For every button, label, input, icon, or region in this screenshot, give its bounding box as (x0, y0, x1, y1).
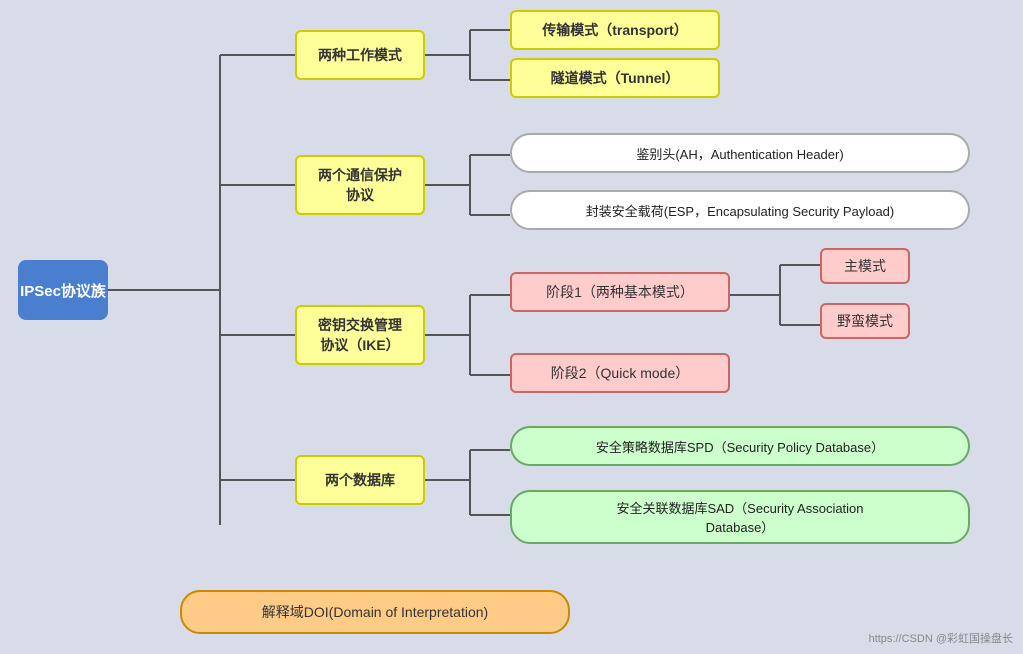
bottom-node: 解释域DOI(Domain of Interpretation) (180, 590, 570, 634)
watermark: https://CSDN @彩虹国操盘长 (869, 630, 1013, 646)
l2-label-0-0: 传输模式（transport） (542, 20, 687, 40)
l2-label-1-0: 鉴别头(AH，Authentication Header) (636, 144, 843, 163)
l1-node-3: 两个数据库 (295, 455, 425, 505)
l2-node-3-1: 安全关联数据库SAD（Security Association Database… (510, 490, 970, 544)
l2-label-3-0: 安全策略数据库SPD（Security Policy Database） (596, 437, 884, 456)
l1-node-1: 两个通信保护 协议 (295, 155, 425, 215)
root-label: IPSec协议族 (20, 280, 106, 301)
l2-label-3-1: 安全关联数据库SAD（Security Association Database… (616, 498, 863, 536)
l2-node-0-0: 传输模式（transport） (510, 10, 720, 50)
root-node: IPSec协议族 (18, 260, 108, 320)
l2-node-3-0: 安全策略数据库SPD（Security Policy Database） (510, 426, 970, 466)
l2-node-2-0: 阶段1（两种基本模式） (510, 272, 730, 312)
l2-label-2-1: 阶段2（Quick mode） (551, 363, 689, 383)
l2-node-2-1: 阶段2（Quick mode） (510, 353, 730, 393)
l2-label-2-0: 阶段1（两种基本模式） (546, 282, 694, 302)
l2-sub-node-1: 野蛮模式 (820, 303, 910, 339)
bottom-label: 解释域DOI(Domain of Interpretation) (262, 602, 488, 622)
l1-node-0: 两种工作模式 (295, 30, 425, 80)
l2-sub-label-1: 野蛮模式 (837, 311, 893, 331)
l2-label-1-1: 封装安全载荷(ESP，Encapsulating Security Payloa… (586, 201, 895, 220)
l2-label-0-1: 隧道模式（Tunnel） (551, 68, 680, 88)
l1-node-2: 密钥交换管理 协议（IKE） (295, 305, 425, 365)
l2-sub-label-0: 主模式 (844, 256, 886, 276)
l2-node-1-1: 封装安全载荷(ESP，Encapsulating Security Payloa… (510, 190, 970, 230)
l2-node-0-1: 隧道模式（Tunnel） (510, 58, 720, 98)
l1-label-1: 两个通信保护 协议 (318, 165, 402, 205)
diagram-container: IPSec协议族 两种工作模式 两个通信保护 协议 密钥交换管理 协议（IKE）… (0, 0, 1023, 654)
l1-label-3: 两个数据库 (325, 470, 395, 490)
l1-label-2: 密钥交换管理 协议（IKE） (318, 315, 402, 355)
l1-label-0: 两种工作模式 (318, 45, 402, 65)
l2-sub-node-0: 主模式 (820, 248, 910, 284)
l2-node-1-0: 鉴别头(AH，Authentication Header) (510, 133, 970, 173)
